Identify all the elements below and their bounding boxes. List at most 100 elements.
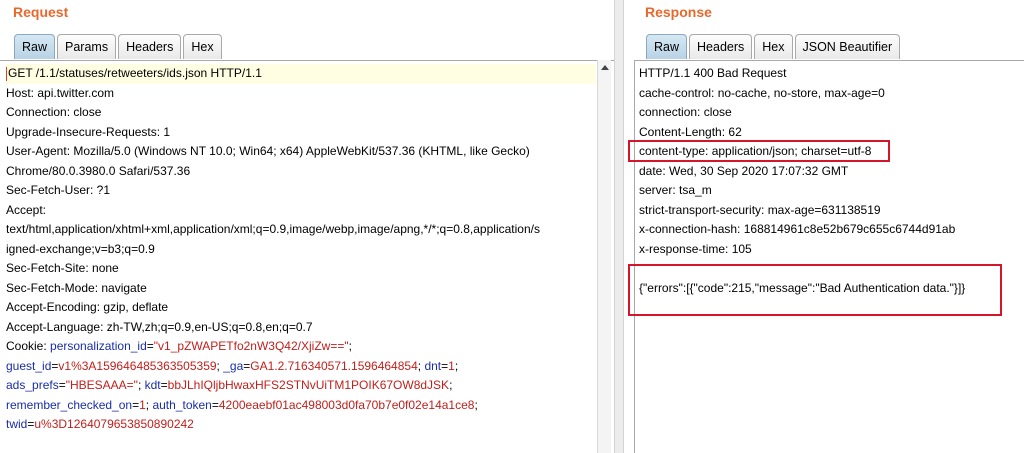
response-line: {"errors":[{"code":215,"message":"Bad Au… [639, 279, 1020, 299]
request-line: Sec-Fetch-Site: none [6, 259, 596, 279]
response-line-text: date: Wed, 30 Sep 2020 17:07:32 GMT [639, 163, 849, 178]
response-line: x-connection-hash: 168814961c8e52b679c65… [639, 220, 1020, 240]
response-line-text: server: tsa_m [639, 183, 712, 197]
response-line: HTTP/1.1 400 Bad Request [639, 64, 1020, 84]
response-tab-raw[interactable]: Raw [646, 34, 688, 59]
request-line-text: ; [137, 378, 145, 392]
request-line: User-Agent: Mozilla/5.0 (Windows NT 10.0… [6, 142, 596, 162]
request-line: ads_prefs="HBESAAA="; kdt=bbJLhIQljbHwax… [6, 376, 596, 396]
request-title: Request [13, 4, 69, 20]
scroll-up-arrow-icon[interactable] [600, 63, 610, 71]
request-line: igned-exchange;v=b3;q=0.9 [6, 240, 596, 260]
response-line-text: x-connection-hash: 168814961c8e52b679c65… [639, 222, 956, 236]
cookie-value: bbJLhIQljbHwaxHFS2STNvUiTM1POIK67OW8dJSK [167, 378, 450, 392]
request-line-text: Sec-Fetch-Mode: navigate [6, 280, 147, 295]
request-editor[interactable]: GET /1.1/statuses/retweeters/ids.json HT… [0, 60, 614, 453]
request-line: twid=u%3D1264079653850890242 [6, 415, 596, 435]
cookie-key: _ga [223, 358, 244, 373]
cookie-value: 1 [139, 397, 146, 412]
request-tab-params[interactable]: Params [57, 34, 117, 59]
text-cursor [6, 66, 7, 81]
request-line: Sec-Fetch-Mode: navigate [6, 279, 596, 299]
request-line-text: ; [474, 397, 478, 412]
response-tab-hex[interactable]: Hex [754, 34, 793, 59]
request-line-text: Host: api.twitter.com [6, 85, 115, 100]
request-line-text: Upgrade-Insecure-Requests: 1 [6, 124, 171, 139]
cookie-value: GA1.2.716340571.1596464854 [250, 358, 418, 373]
response-lines: HTTP/1.1 400 Bad Request cache-control: n… [639, 64, 1020, 298]
response-line-text: x-response-time: 105 [639, 241, 752, 256]
cookie-value: 4200eaebf01ac498003d0fa70b7e0f02e14a1ce8 [218, 397, 475, 412]
cookie-key: twid [6, 417, 28, 431]
request-pane: Request Raw Params Headers Hex GET /1.1/sta… [0, 0, 614, 453]
request-tabs: Raw Params Headers Hex [14, 34, 224, 59]
request-tab-hex[interactable]: Hex [183, 34, 222, 59]
pane-splitter[interactable] [614, 0, 624, 453]
response-line: x-response-time: 105 [639, 240, 1020, 260]
request-line-text: Accept-Language: zh-TW,zh;q=0.9,en-US;q=… [6, 319, 313, 334]
request-line: text/html,application/xhtml+xml,applicat… [6, 220, 596, 240]
response-line: connection: close [639, 103, 1020, 123]
cookie-value: "HBESAAA=" [65, 378, 138, 392]
response-line: content-type: application/json; charset=… [639, 142, 1020, 162]
request-line: guest_id=v1%3A159646485363505359; _ga=GA… [6, 357, 596, 377]
request-line-text: User-Agent: Mozilla/5.0 (Windows NT 10.0… [6, 144, 530, 158]
response-line-text: cache-control: no-cache, no-store, max-a… [639, 85, 885, 100]
cookie-value: "v1_pZWAPETfo2nW3Q42/XjiZw==" [153, 339, 349, 353]
response-line: date: Wed, 30 Sep 2020 17:07:32 GMT [639, 162, 1020, 182]
request-line-text: = [211, 397, 219, 412]
cookie-key: personalization_id [50, 339, 147, 353]
request-line-text: Sec-Fetch-User: ?1 [6, 183, 111, 197]
cookie-key: kdt [144, 378, 161, 392]
cookie-key: auth_token [152, 397, 212, 412]
request-line-text: GET /1.1/statuses/retweeters/ids.json HT… [8, 66, 262, 80]
response-editor[interactable]: HTTP/1.1 400 Bad Request cache-control: n… [634, 60, 1024, 453]
response-title: Response [645, 4, 712, 20]
request-line: Upgrade-Insecure-Requests: 1 [6, 123, 596, 143]
request-line: remember_checked_on=1; auth_token=4200ea… [6, 396, 596, 416]
response-line [639, 259, 1020, 279]
request-line: Cookie: personalization_id="v1_pZWAPETfo… [6, 337, 596, 357]
response-line: server: tsa_m [639, 181, 1020, 201]
request-scrollbar[interactable] [597, 60, 611, 453]
response-line-text: {"errors":[{"code":215,"message":"Bad Au… [639, 280, 966, 295]
response-line-text: strict-transport-security: max-age=63113… [639, 202, 881, 217]
request-line-text: text/html,application/xhtml+xml,applicat… [6, 222, 540, 236]
request-line-text: = [160, 378, 168, 392]
request-line: Sec-Fetch-User: ?1 [6, 181, 596, 201]
response-line-text: connection: close [639, 105, 732, 119]
request-line: Connection: close [6, 103, 596, 123]
cookie-value: v1%3A159646485363505359 [58, 358, 217, 373]
request-line-text: ; [348, 339, 352, 353]
response-line: cache-control: no-cache, no-store, max-a… [639, 84, 1020, 104]
cookie-key: ads_prefs [6, 378, 59, 392]
request-line-text: Connection: close [6, 105, 102, 119]
response-pane: Response Raw Headers Hex JSON Beautifier HT… [624, 0, 1024, 453]
request-line: Accept-Encoding: gzip, deflate [6, 298, 596, 318]
request-tab-headers[interactable]: Headers [118, 34, 182, 59]
cookie-key: guest_id [6, 358, 52, 373]
request-line: Chrome/80.0.3980.0 Safari/537.36 [6, 162, 596, 182]
response-tab-headers[interactable]: Headers [689, 34, 753, 59]
request-line-text: ; [449, 378, 453, 392]
request-line-text: ; [454, 358, 459, 373]
cookie-value: u%3D1264079653850890242 [34, 417, 194, 431]
request-line-text: igned-exchange;v=b3;q=0.9 [6, 241, 155, 256]
cookie-key: remember_checked_on [6, 397, 133, 412]
cookie-value: 1 [448, 358, 455, 373]
response-tab-json-beautifier[interactable]: JSON Beautifier [794, 34, 901, 59]
request-line: GET /1.1/statuses/retweeters/ids.json HT… [6, 64, 596, 84]
response-line: strict-transport-security: max-age=63113… [639, 201, 1020, 221]
request-line: Host: api.twitter.com [6, 84, 596, 104]
request-line: Accept: [6, 201, 596, 221]
request-line-text: Accept: [6, 202, 47, 217]
request-tab-raw[interactable]: Raw [14, 34, 56, 59]
response-line-text: Content-Length: 62 [639, 124, 742, 139]
request-line-text: Chrome/80.0.3980.0 Safari/537.36 [6, 163, 191, 178]
cookie-key: dnt [424, 358, 442, 373]
request-line-text: Cookie: [6, 339, 51, 353]
request-line-text: = [58, 378, 66, 392]
request-line-text: Accept-Encoding: gzip, deflate [6, 300, 169, 314]
response-line: Content-Length: 62 [639, 123, 1020, 143]
request-line-text: Sec-Fetch-Site: none [6, 261, 119, 275]
